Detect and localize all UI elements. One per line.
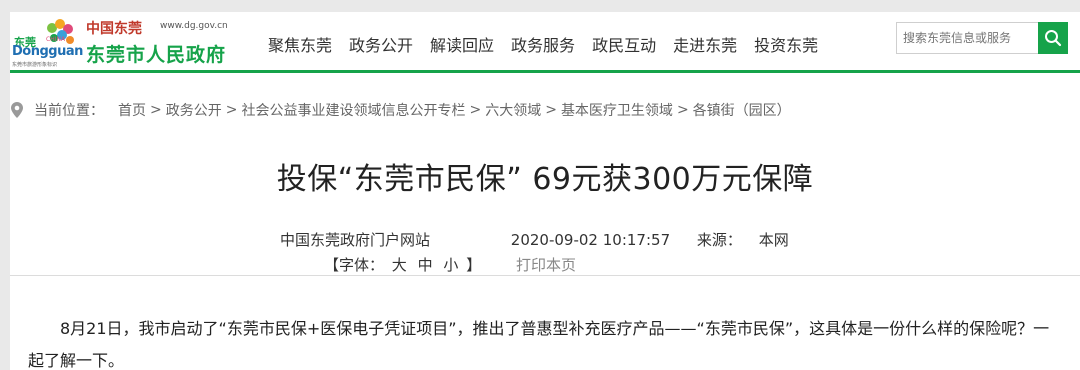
nav-item-gov-affairs[interactable]: 政务公开 (349, 32, 413, 56)
site-title: 东莞市人民政府 (86, 44, 227, 66)
search-button[interactable] (1038, 22, 1068, 54)
logo-china-text: CHINA (46, 36, 66, 43)
breadcrumb-separator: > (225, 102, 238, 118)
logo-china-dongguan: 中国东莞 (86, 21, 142, 37)
article-meta: 中国东莞政府门户网站 2020-09-02 10:17:57 来源： 本网 (280, 229, 789, 250)
breadcrumb: 当前位置： 首页 > 政务公开 > 社会公益事业建设领域信息公开专栏 > 六大领… (10, 100, 791, 120)
nav-item-about[interactable]: 走进东莞 (673, 32, 737, 56)
nav-item-focus[interactable]: 聚焦东莞 (268, 32, 332, 56)
logo-url: www.dg.gov.cn (160, 21, 228, 31)
browser-page: 东莞 CHINA Dongguan 东莞市旅游形象标识 中国东莞 www.dg.… (10, 12, 1080, 370)
article-date: 2020-09-02 10:17:57 (510, 231, 671, 249)
font-size-close: 】 (466, 256, 482, 274)
article-source: 中国东莞政府门户网站 (280, 231, 431, 249)
print-page-link[interactable]: 打印本页 (516, 256, 576, 274)
origin-label: 来源： (696, 231, 742, 249)
font-size-medium-button[interactable]: 中 (418, 256, 433, 274)
breadcrumb-separator: > (469, 102, 482, 118)
content-divider (10, 275, 1080, 276)
breadcrumb-six-fields[interactable]: 六大领域 (485, 100, 541, 120)
search-box (896, 22, 1080, 56)
article-tools: 【字体： 大 中 小 】 打印本页 (324, 254, 576, 275)
search-icon (1045, 30, 1062, 47)
breadcrumb-public-welfare[interactable]: 社会公益事业建设领域信息公开专栏 (241, 100, 465, 120)
breadcrumb-separator: > (676, 102, 689, 118)
main-nav: 聚焦东莞 政务公开 解读回应 政务服务 政民互动 走进东莞 投资东莞 (268, 32, 835, 56)
nav-item-interaction[interactable]: 政民互动 (592, 32, 656, 56)
font-size-label: 【字体： (324, 256, 385, 274)
nav-item-services[interactable]: 政务服务 (511, 32, 575, 56)
font-size-large-button[interactable]: 大 (392, 256, 407, 274)
search-input[interactable] (896, 22, 1038, 54)
site-logo[interactable]: 东莞 CHINA Dongguan 东莞市旅游形象标识 中国东莞 www.dg.… (12, 16, 262, 68)
logo-tagline: 东莞市旅游形象标识 (12, 62, 58, 68)
nav-item-invest[interactable]: 投资东莞 (754, 32, 818, 56)
article-title: 投保“东莞市民保” 69元获300万元保障 (276, 162, 814, 197)
breadcrumb-medical[interactable]: 基本医疗卫生领域 (561, 100, 673, 120)
nav-item-interpretation[interactable]: 解读回应 (430, 32, 494, 56)
breadcrumb-separator: > (150, 102, 162, 118)
article-origin: 本网 (758, 231, 789, 249)
article-paragraph: 8月21日，我市启动了“东莞市民保+医保电子凭证项目”，推出了普惠型补充医疗产品… (28, 319, 1050, 370)
location-pin-icon (11, 102, 23, 118)
breadcrumb-towns[interactable]: 各镇街（园区） (693, 100, 791, 120)
site-header: 东莞 CHINA Dongguan 东莞市旅游形象标识 中国东莞 www.dg.… (10, 12, 1080, 73)
font-size-small-button[interactable]: 小 (443, 256, 458, 274)
breadcrumb-label: 当前位置： (34, 103, 104, 119)
logo-dongguan-text: Dongguan (12, 44, 83, 59)
breadcrumb-gov-affairs[interactable]: 政务公开 (166, 100, 222, 120)
breadcrumb-separator: > (545, 102, 557, 118)
breadcrumb-home[interactable]: 首页 (118, 100, 146, 120)
